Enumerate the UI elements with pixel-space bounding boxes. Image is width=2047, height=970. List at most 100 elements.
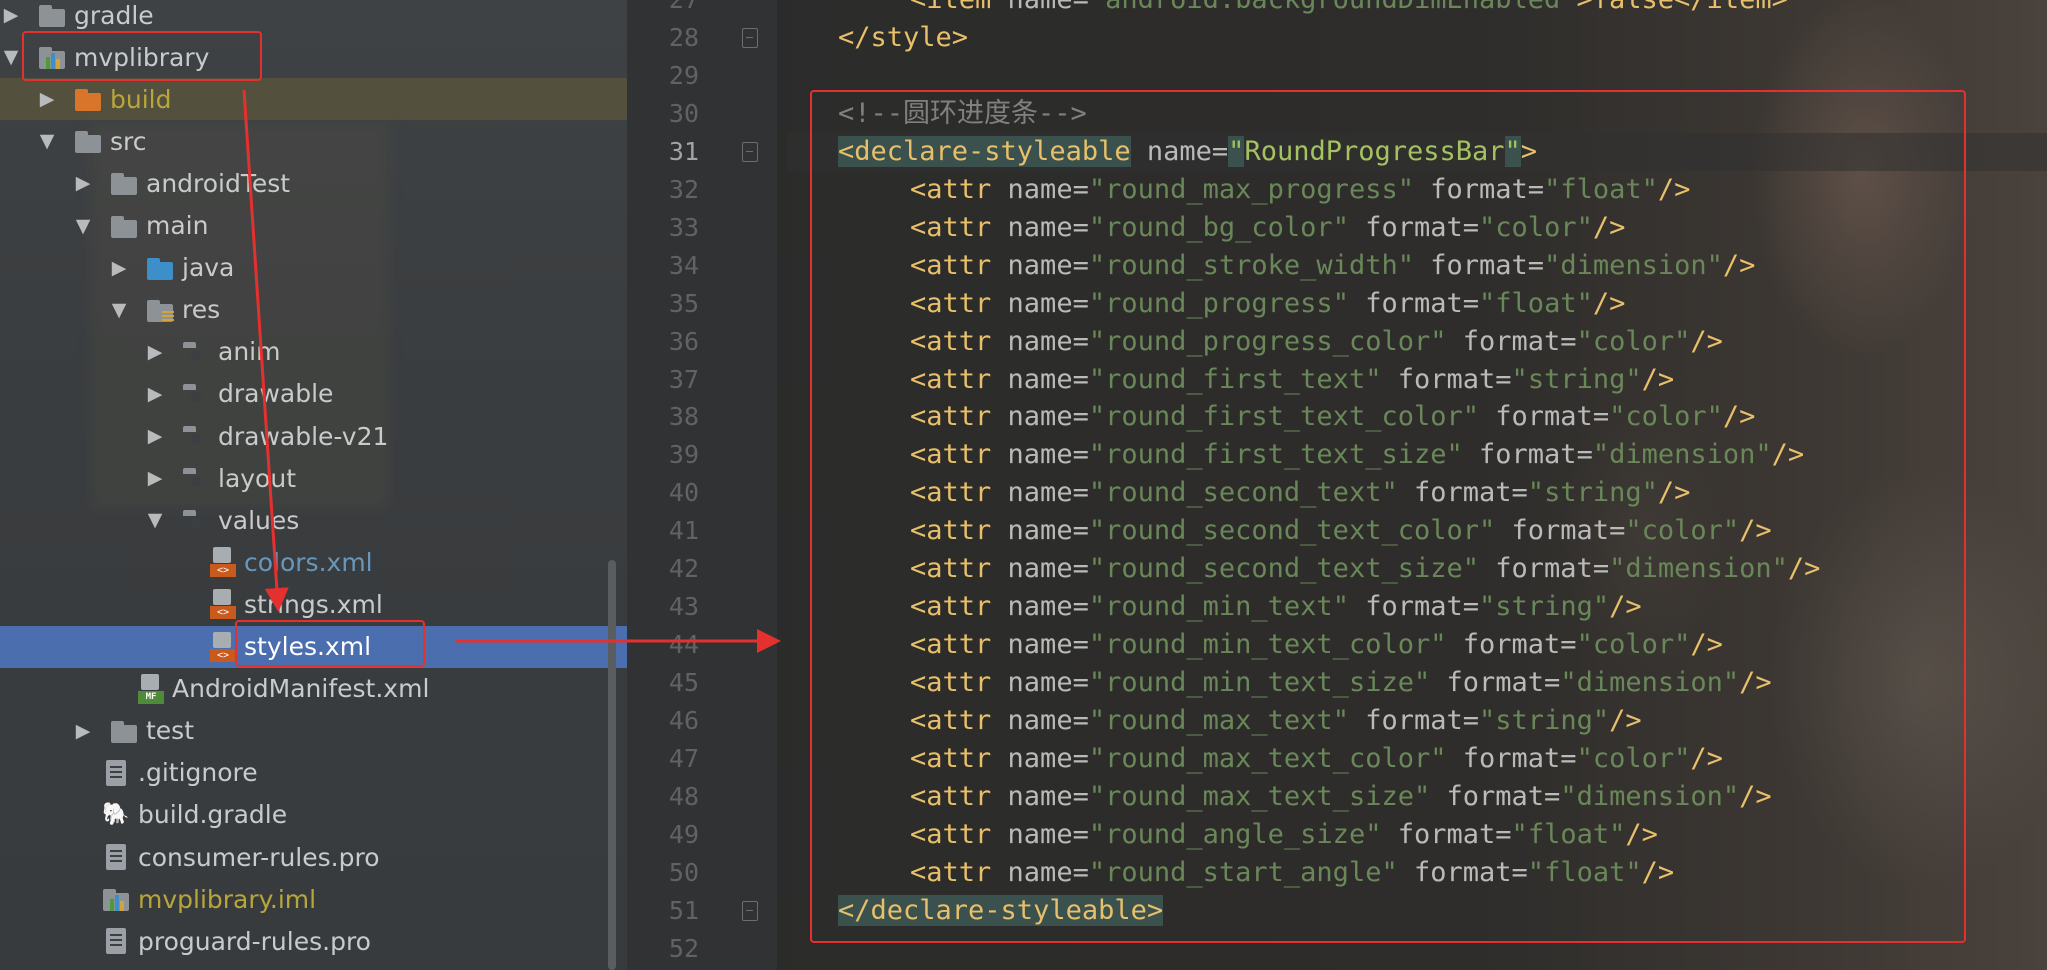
annotation-box-styles-xml	[235, 620, 425, 667]
text-file-icon	[106, 844, 126, 870]
line-number: 46	[668, 706, 699, 736]
expand-arrow-icon[interactable]: ▶	[72, 172, 94, 194]
package-folder-icon	[182, 464, 210, 492]
tree-item-build-gradle[interactable]: 🐘 build.gradle	[0, 794, 627, 836]
xml-file-icon: <>	[210, 547, 236, 578]
line-number: 36	[668, 326, 699, 356]
expand-arrow-icon[interactable]: ▶	[36, 88, 58, 110]
xml-file-icon: <>	[210, 631, 236, 662]
tree-item-label: gradle	[74, 0, 154, 30]
text-file-icon	[106, 759, 126, 786]
source-folder-icon	[146, 254, 174, 282]
code-punctuation: =	[1073, 0, 1089, 15]
package-folder-icon	[182, 506, 210, 534]
tree-item-androidtest[interactable]: ▶ androidTest	[0, 162, 627, 204]
code-line[interactable]: </style>	[838, 19, 968, 57]
tree-item-main[interactable]: ▼ main	[0, 205, 627, 247]
collapse-arrow-icon[interactable]: ▼	[36, 130, 58, 152]
tree-item-label: drawable	[218, 379, 334, 409]
line-number: 42	[668, 554, 699, 584]
tree-scrollbar[interactable]	[608, 560, 616, 970]
line-number: 28	[668, 22, 699, 52]
tree-item-proguard-rules-pro[interactable]: proguard-rules.pro	[0, 920, 627, 962]
tree-item-label: src	[110, 126, 147, 156]
expand-arrow-icon[interactable]: ▶	[144, 425, 166, 447]
xml-file-icon: <>	[210, 589, 236, 620]
tree-item-label: layout	[218, 463, 297, 493]
folder-icon	[74, 85, 102, 113]
line-number: 49	[668, 819, 699, 849]
line-number: 31	[668, 136, 699, 166]
folder-icon	[110, 212, 138, 240]
tree-item-label: .gitignore	[138, 758, 258, 788]
tree-item-label: proguard-rules.pro	[138, 926, 371, 956]
tree-item-build[interactable]: ▶ build	[0, 78, 627, 121]
tree-item-layout[interactable]: ▶ layout	[0, 457, 627, 499]
line-number: 41	[668, 516, 699, 546]
expand-arrow-icon[interactable]: ▶	[144, 383, 166, 405]
folder-icon	[110, 717, 138, 745]
tree-item-label: consumer-rules.pro	[138, 842, 380, 872]
tree-item-mvplibrary-iml[interactable]: mvplibrary.iml	[0, 878, 627, 920]
tree-item-gitignore[interactable]: .gitignore	[0, 752, 627, 794]
line-number: 43	[668, 592, 699, 622]
tree-item-src[interactable]: ▼ src	[0, 120, 627, 162]
tree-item-anim[interactable]: ▶ anim	[0, 331, 627, 373]
expand-arrow-icon[interactable]: ▶	[144, 467, 166, 489]
expand-arrow-icon[interactable]: ▶	[0, 4, 22, 26]
tree-item-drawable[interactable]: ▶ drawable	[0, 373, 627, 415]
xml-tag: >false</item>	[1577, 0, 1788, 15]
line-number: 37	[668, 364, 699, 394]
tree-item-label: java	[182, 253, 235, 283]
expand-arrow-icon[interactable]: ▶	[72, 720, 94, 742]
annotation-box-declare-styleable	[810, 90, 1966, 943]
tree-item-java[interactable]: ▶ java	[0, 247, 627, 289]
resource-folder-icon	[146, 296, 174, 324]
module-file-icon	[102, 885, 130, 913]
tree-item-label: androidTest	[146, 168, 291, 198]
fold-marker-icon[interactable]	[742, 900, 758, 921]
expand-arrow-icon[interactable]: ▶	[144, 341, 166, 363]
line-number: 48	[668, 781, 699, 811]
collapse-arrow-icon[interactable]: ▼	[0, 46, 22, 68]
tree-item-label: test	[146, 716, 195, 746]
line-number: 34	[668, 250, 699, 280]
fold-marker-icon[interactable]	[742, 27, 758, 48]
package-folder-icon	[182, 380, 210, 408]
line-number: 30	[668, 98, 699, 128]
line-number: 40	[668, 478, 699, 508]
package-folder-icon	[182, 422, 210, 450]
tree-item-label: colors.xml	[244, 547, 373, 577]
tree-item-label: AndroidManifest.xml	[172, 674, 430, 704]
code-line[interactable]: <item name="android:backgroundDimEnabled…	[910, 0, 1788, 19]
package-folder-icon	[182, 338, 210, 366]
expand-arrow-icon[interactable]: ▶	[108, 257, 130, 279]
tree-item-label: main	[146, 211, 209, 240]
line-number: 47	[668, 744, 699, 773]
tree-item-test[interactable]: ▶ test	[0, 710, 627, 752]
tree-item-res[interactable]: ▼ res	[0, 289, 627, 331]
xml-tag: </style>	[838, 21, 969, 53]
line-number: 44	[668, 630, 699, 660]
tree-item-drawable-v21[interactable]: ▶ drawable-v21	[0, 415, 627, 457]
tree-item-colors-xml[interactable]: <> colors.xml	[0, 541, 627, 583]
collapse-arrow-icon[interactable]: ▼	[108, 299, 130, 321]
tree-item-values[interactable]: ▼ values	[0, 499, 627, 541]
line-number: 35	[668, 288, 699, 318]
tree-item-androidmanifest-xml[interactable]: MF AndroidManifest.xml	[0, 668, 627, 710]
collapse-arrow-icon[interactable]: ▼	[144, 509, 166, 531]
collapse-arrow-icon[interactable]: ▼	[72, 215, 94, 237]
xml-tag: <item	[910, 0, 1008, 15]
tree-item-label: strings.xml	[244, 589, 383, 619]
manifest-file-icon: MF	[138, 673, 164, 704]
tree-item-label: build	[110, 84, 172, 114]
line-number: 52	[668, 933, 699, 963]
fold-marker-icon[interactable]	[742, 141, 758, 162]
xml-attribute: name	[1008, 0, 1073, 15]
text-file-icon	[106, 928, 126, 955]
annotation-box-mvplibrary	[22, 31, 262, 81]
line-number-gutter: 27 28 29 30 31 32 33 34 35 36 37 38 39 40 41 42 43 44 45 46…	[627, 0, 777, 970]
tree-item-consumer-rules-pro[interactable]: consumer-rules.pro	[0, 836, 627, 878]
tree-item-label: build.gradle	[138, 800, 288, 830]
line-number: 51	[668, 895, 699, 925]
